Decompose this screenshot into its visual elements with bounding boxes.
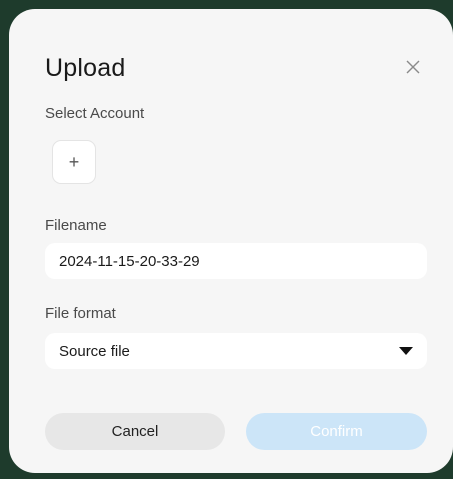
add-account-button[interactable]: +: [52, 140, 96, 184]
file-format-select[interactable]: Source file: [45, 333, 427, 369]
file-format-value: Source file: [59, 342, 130, 360]
screen-backdrop: Upload Select Account + Filename 2024-11…: [0, 0, 453, 479]
plus-icon: +: [68, 152, 80, 172]
cancel-button[interactable]: Cancel: [45, 413, 225, 450]
file-format-label: File format: [45, 305, 116, 322]
confirm-button[interactable]: Confirm: [246, 413, 427, 450]
filename-value: 2024-11-15-20-33-29: [59, 252, 200, 270]
close-icon: [406, 60, 420, 74]
select-account-label: Select Account: [45, 105, 145, 122]
upload-dialog: Upload Select Account + Filename 2024-11…: [9, 9, 453, 473]
close-button[interactable]: [399, 53, 427, 81]
triangle-down-icon: [399, 347, 413, 355]
dialog-title: Upload: [45, 54, 126, 82]
filename-field[interactable]: 2024-11-15-20-33-29: [45, 243, 427, 279]
filename-label: Filename: [45, 217, 107, 234]
